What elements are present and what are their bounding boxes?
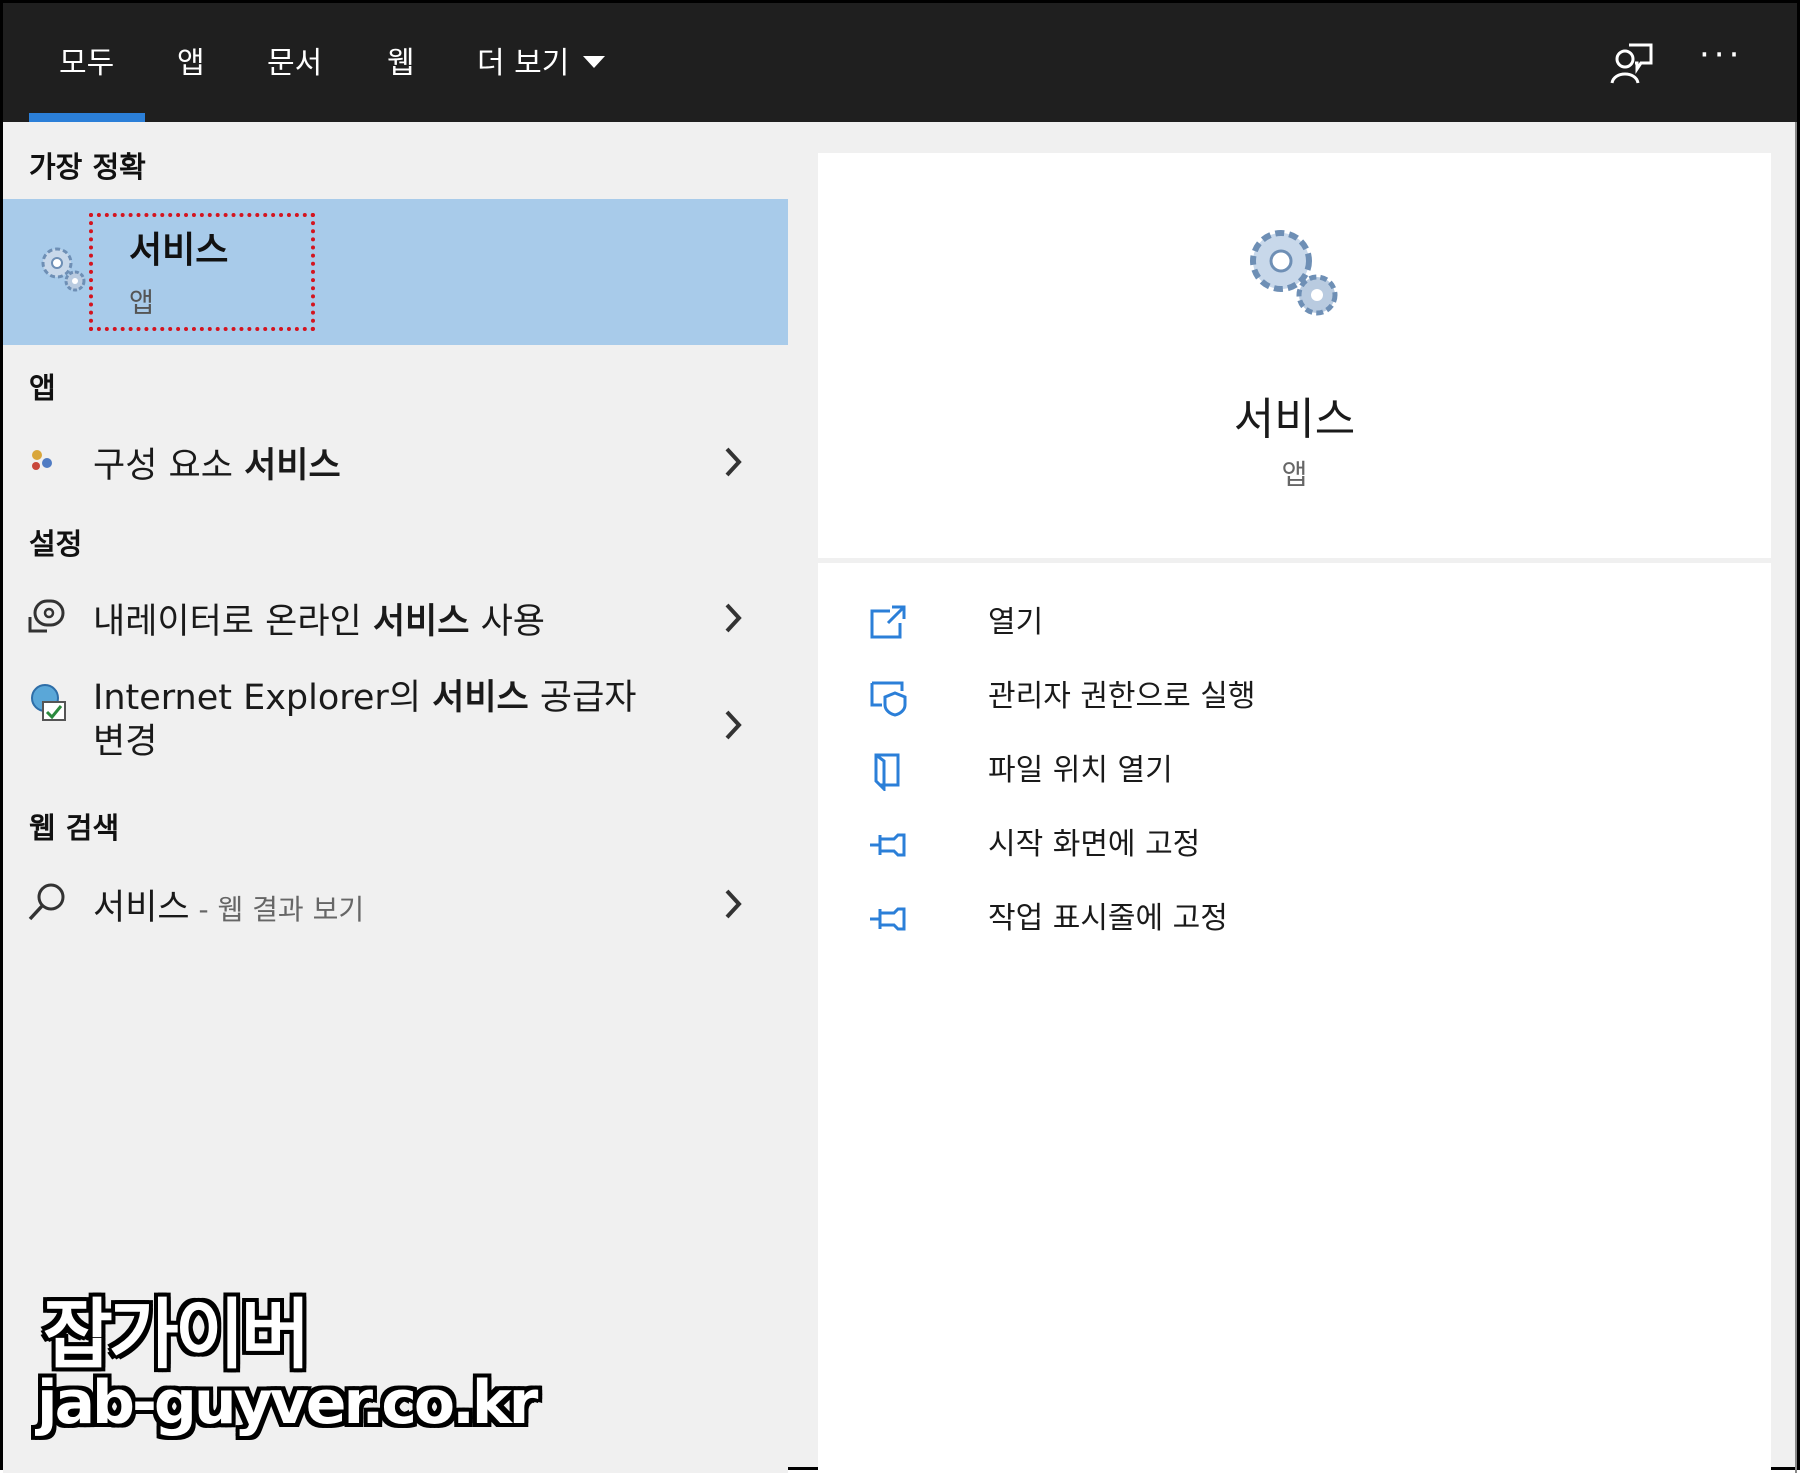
tab-documents[interactable]: 문서 <box>267 39 322 89</box>
list-item-web-search[interactable]: 서비스 - 웹 결과 보기 <box>3 865 788 941</box>
list-item-narrator[interactable]: 내레이터로 온라인 서비스 사용 <box>3 579 788 655</box>
chevron-right-icon <box>725 710 742 740</box>
list-item-ie-search-provider[interactable]: Internet Explorer의 서비스 공급자 변경 <box>3 668 788 780</box>
open-icon <box>870 605 906 639</box>
chevron-right-icon <box>725 603 742 633</box>
ellipsis-icon[interactable]: ··· <box>1699 35 1743 75</box>
preview-subtitle: 앱 <box>1281 458 1308 491</box>
pin-icon <box>870 907 906 931</box>
list-item-label: 구성 요소 서비스 <box>93 446 341 486</box>
preview-title: 서비스 <box>1233 394 1356 445</box>
shield-run-icon <box>870 681 907 717</box>
component-services-icon <box>32 450 52 470</box>
narrator-icon <box>28 599 65 633</box>
tab-more-label: 더 보기 <box>477 46 570 81</box>
section-best-match: 가장 정확 <box>29 150 146 184</box>
action-label: 시작 화면에 고정 <box>988 827 1201 862</box>
caret-down-icon <box>583 55 606 68</box>
internet-options-icon <box>31 684 66 721</box>
search-window: 모두 앱 문서 웹 더 보기 ··· 가장 정확 서비스 앱 앱 구성 요소 서… <box>0 0 1800 1473</box>
action-label: 작업 표시줄에 고정 <box>988 901 1228 936</box>
tab-web[interactable]: 웹 <box>387 39 415 89</box>
watermark-site: jab-guyver.co.kr <box>37 1368 538 1438</box>
action-label: 파일 위치 열기 <box>988 753 1173 788</box>
list-item-label: Internet Explorer의 서비스 공급자 변경 <box>93 678 637 762</box>
actions-panel: 열기 관리자 권한으로 실행 파일 위치 열기 시작 화면에 고정 작업 표시줄… <box>818 563 1771 1473</box>
tab-selected-indicator <box>29 113 145 122</box>
action-label: 열기 <box>988 605 1044 640</box>
scrollbar-edge <box>1795 122 1797 1473</box>
tab-apps[interactable]: 앱 <box>177 39 205 89</box>
filter-bar: 모두 앱 문서 웹 더 보기 ··· <box>3 3 1797 122</box>
file-location-icon <box>874 753 900 791</box>
best-match-subtitle: 앱 <box>129 288 154 319</box>
gear-icon <box>1250 230 1338 316</box>
section-web-search: 웹 검색 <box>29 811 120 845</box>
gear-icon <box>41 247 86 292</box>
list-item-label: 서비스 - 웹 결과 보기 <box>93 888 365 928</box>
chevron-right-icon <box>725 447 742 477</box>
chevron-right-icon <box>725 889 742 919</box>
section-settings: 설정 <box>29 527 83 561</box>
tab-all[interactable]: 모두 <box>59 39 114 89</box>
section-apps: 앱 <box>29 371 56 405</box>
pin-icon <box>870 833 906 857</box>
action-label: 관리자 권한으로 실행 <box>988 679 1256 714</box>
preview-card: 서비스 앱 <box>818 153 1771 558</box>
feedback-person-icon[interactable] <box>1607 39 1655 87</box>
watermark-name: 잡가이버 <box>43 1290 311 1379</box>
best-match-title: 서비스 <box>129 230 229 271</box>
list-item-component-services[interactable]: 구성 요소 서비스 <box>3 423 788 499</box>
tab-more[interactable]: 더 보기 <box>477 39 606 89</box>
list-item-label: 내레이터로 온라인 서비스 사용 <box>93 602 545 642</box>
search-icon <box>28 883 65 921</box>
